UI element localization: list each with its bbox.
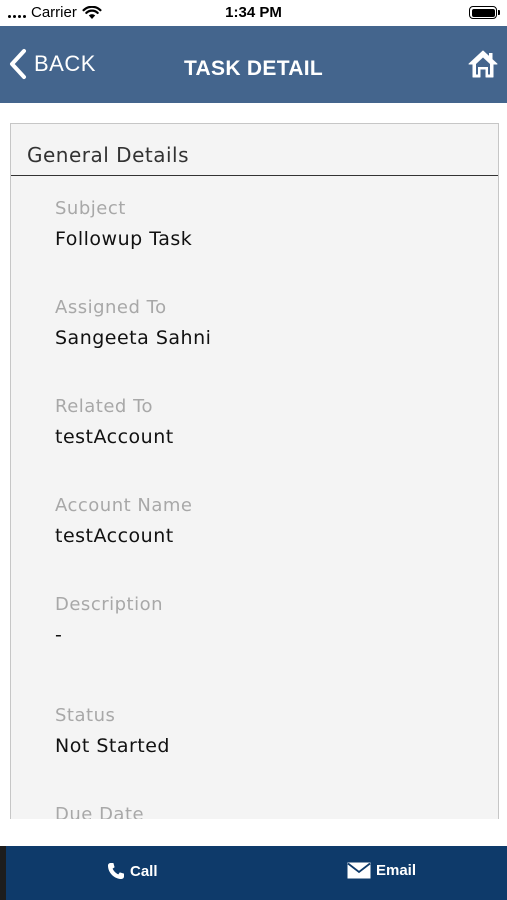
phone-icon <box>108 863 124 879</box>
field-assigned-to: Assigned To Sangeeta Sahni <box>55 297 211 349</box>
field-value: testAccount <box>55 525 174 547</box>
field-label: Description <box>55 594 164 615</box>
field-value: - <box>55 624 63 646</box>
field-label: Subject <box>55 198 126 219</box>
field-value: Sangeeta Sahni <box>55 327 212 349</box>
content-area[interactable]: General Details Subject Followup Task As… <box>0 103 507 819</box>
field-related-to: Related To testAccount <box>55 396 174 448</box>
field-description: Description - <box>55 594 163 646</box>
field-subject: Subject Followup Task <box>55 198 192 250</box>
field-status: Status Not Started <box>55 705 170 757</box>
field-value: testAccount <box>55 426 174 448</box>
home-icon <box>468 50 498 78</box>
status-bar: Carrier 1:34 PM <box>0 0 507 26</box>
field-label: Due Date <box>55 804 145 819</box>
call-label: Call <box>130 862 158 880</box>
field-value: Followup Task <box>55 228 193 250</box>
home-button[interactable] <box>467 48 499 84</box>
field-label: Account Name <box>55 495 193 516</box>
email-button[interactable]: Email <box>347 862 416 879</box>
section-header: General Details <box>11 124 498 176</box>
field-due-date: Due Date <box>55 804 144 819</box>
email-label: Email <box>376 862 417 879</box>
field-value: Not Started <box>55 735 170 757</box>
call-button[interactable]: Call <box>107 862 158 880</box>
page-title: TASK DETAIL <box>183 57 323 80</box>
field-label: Related To <box>55 396 154 417</box>
nav-bar: BACK TASK DETAIL <box>0 26 507 103</box>
battery-icon <box>469 6 500 19</box>
field-label: Assigned To <box>55 297 167 318</box>
status-time: 1:34 PM <box>225 4 282 21</box>
field-label: Status <box>55 705 116 726</box>
general-details-card: General Details Subject Followup Task As… <box>10 123 499 819</box>
field-account-name: Account Name testAccount <box>55 495 193 547</box>
envelope-icon <box>347 862 371 879</box>
bottom-action-bar: Call Email <box>0 846 507 900</box>
